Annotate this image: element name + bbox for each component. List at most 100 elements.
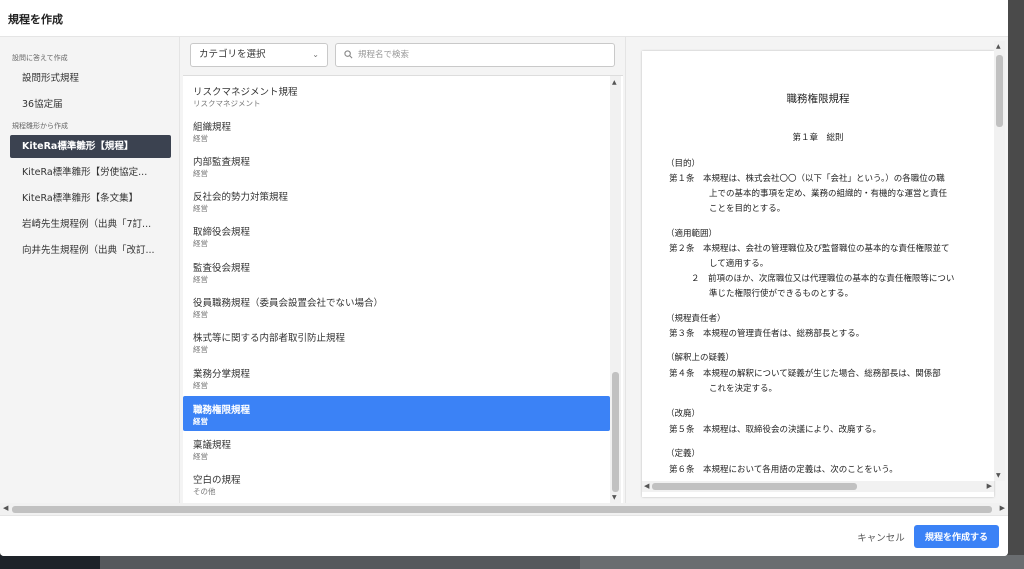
article-6: 第６条 本規程において各用語の定義は、次のことをいう。 [669, 465, 898, 475]
article-2-para2-cont: 準じた権限行使ができるものとする。 [709, 289, 854, 299]
article-2: 第２条 本規程は、会社の管理職位及び監督職位の基本的な責任権限並て [669, 244, 950, 254]
heading-scope: （適用範囲） [666, 229, 718, 239]
list-item-title: 空白の規程 [193, 475, 241, 486]
modal-footer: キャンセル 規程を作成する [0, 515, 1008, 556]
sidebar-item-iwasaki[interactable]: 岩崎先生規程例（出典「7訂... [10, 213, 171, 236]
article-4: 第４条 本規程の解釈について疑義が生じた場合、総務部長は、関係部 [669, 369, 941, 379]
list-item-title: 役員職務規程（委員会設置会社でない場合） [193, 298, 384, 309]
list-item-title: 内部監査規程 [193, 157, 251, 168]
cancel-button[interactable]: キャンセル [850, 526, 912, 548]
background-page [0, 555, 1024, 569]
background-gray-area [580, 555, 1024, 569]
heading-interpretation: （解釈上の疑義） [666, 353, 735, 363]
list-item[interactable]: 内部監査規程 経営 [183, 148, 610, 183]
article-2-para2: ２ 前項のほか、次席職位又は代理職位の基本的な責任権限等につい [691, 274, 955, 284]
preview-horizontal-scrollbar[interactable]: ◀ ▶ [642, 481, 994, 492]
list-item-category: リスクマネジメント [193, 99, 261, 108]
scrollbar-thumb[interactable] [12, 506, 992, 513]
list-item-title: 組織規程 [193, 122, 232, 133]
section-label-templates: 規程雛形から作成 [12, 122, 68, 130]
article-3: 第３条 本規程の管理責任者は、総務部長とする。 [669, 329, 865, 339]
list-item-title: 業務分掌規程 [193, 369, 251, 380]
list-item[interactable]: 空白の規程 その他 [183, 466, 610, 501]
document-title: 職務権限規程 [786, 93, 850, 105]
document-chapter: 第１章 総則 [792, 133, 844, 143]
article-4-cont: これを決定する。 [709, 384, 778, 394]
chevron-down-icon: ⌄ [312, 50, 319, 59]
list-item-title: 監査役会規程 [193, 263, 251, 274]
list-scrollbar[interactable]: ▲ ▼ [610, 76, 621, 503]
list-item[interactable]: 取締役会規程 経営 [183, 218, 610, 253]
list-item-category: その他 [193, 487, 216, 496]
list-item-category: 経営 [193, 204, 208, 213]
list-item-category: 経営 [193, 345, 208, 354]
heading-responsible: （規程責任者） [666, 314, 726, 324]
scroll-down-icon[interactable]: ▼ [996, 472, 1001, 479]
article-2-cont: して適用する。 [709, 259, 769, 269]
list-item[interactable]: 役員職務規程（委員会設置会社でない場合） 経営 [183, 289, 610, 324]
list-item-title: 職務権限規程 [193, 405, 251, 416]
list-item-title: 反社会的勢力対策規程 [193, 192, 289, 203]
article-5: 第５条 本規程は、取締役会の決議により、改廃する。 [669, 425, 881, 435]
search-icon [344, 50, 353, 59]
scroll-right-icon[interactable]: ▶ [1000, 504, 1005, 512]
sidebar-item-kitera-rules[interactable]: KiteRa標準雛形【規程】 [10, 135, 171, 158]
heading-definitions: （定義） [666, 449, 701, 459]
list-item-category: 経営 [193, 417, 208, 426]
scroll-right-icon[interactable]: ▶ [987, 482, 992, 490]
modal-header: 規程を作成 [0, 0, 1008, 37]
list-item-title: 株式等に関する内部者取引防止規程 [193, 333, 346, 344]
list-item-category: 経営 [193, 239, 208, 248]
list-item-selected[interactable]: 職務権限規程 経営 [183, 396, 610, 431]
list-item[interactable]: 株式等に関する内部者取引防止規程 経営 [183, 324, 610, 359]
list-item[interactable]: 組織規程 経営 [183, 113, 610, 148]
category-select-value: カテゴリを選択 [199, 49, 266, 60]
list-item[interactable]: 業務分掌規程 経営 [183, 360, 610, 395]
list-item[interactable]: 稟議規程 経営 [183, 431, 610, 466]
search-box[interactable] [335, 43, 615, 67]
category-select[interactable]: カテゴリを選択 ⌄ [190, 43, 328, 67]
list-item-title: 取締役会規程 [193, 227, 251, 238]
preview-vertical-scrollbar[interactable]: ▲ ▼ [994, 41, 1005, 481]
article-1-cont: ことを目的とする。 [709, 204, 786, 214]
search-input[interactable] [358, 47, 608, 63]
list-item[interactable]: リスクマネジメント規程 リスクマネジメント [183, 78, 610, 113]
article-1: 第１条 本規程は、株式会社〇〇（以下「会社」という。）の各職位の職 [669, 174, 945, 184]
section-label-questions: 設問に答えて作成 [12, 54, 68, 62]
sidebar-item-kitera-clauses[interactable]: KiteRa標準雛形【条文集】 [10, 187, 171, 210]
heading-amendment: （改廃） [666, 409, 701, 419]
heading-purpose: （目的） [666, 159, 701, 169]
sidebar-item-kitera-labor[interactable]: KiteRa標準雛形【労使協定... [10, 161, 171, 184]
document-page: 職務権限規程 第１章 総則 （目的） 第１条 本規程は、株式会社〇〇（以下「会社… [642, 51, 994, 497]
list-item-category: 経営 [193, 452, 208, 461]
background-dark-area [0, 555, 100, 569]
document-preview-panel: 職務権限規程 第１章 総則 （目的） 第１条 本規程は、株式会社〇〇（以下「会社… [625, 37, 1008, 503]
scroll-left-icon[interactable]: ◀ [3, 504, 8, 512]
scroll-up-icon[interactable]: ▲ [996, 43, 1001, 50]
modal-title: 規程を作成 [8, 13, 63, 26]
sidebar-item-36-agreement[interactable]: 36協定届 [10, 93, 171, 116]
modal-body: 設問に答えて作成 設問形式規程 36協定届 規程雛形から作成 KiteRa標準雛… [0, 37, 1008, 515]
scroll-left-icon[interactable]: ◀ [644, 482, 649, 490]
list-item[interactable]: 反社会的勢力対策規程 経営 [183, 183, 610, 218]
list-item[interactable]: 監査役会規程 経営 [183, 254, 610, 289]
list-item-title: 稟議規程 [193, 440, 232, 451]
create-rule-modal: 規程を作成 設問に答えて作成 設問形式規程 36協定届 規程雛形から作成 Kit… [0, 0, 1008, 556]
scroll-down-icon[interactable]: ▼ [612, 494, 617, 501]
list-item-category: 経営 [193, 169, 208, 178]
create-rule-button[interactable]: 規程を作成する [914, 525, 999, 548]
scroll-up-icon[interactable]: ▲ [612, 79, 617, 86]
scrollbar-thumb[interactable] [652, 483, 857, 490]
template-source-sidebar: 設問に答えて作成 設問形式規程 36協定届 規程雛形から作成 KiteRa標準雛… [0, 37, 180, 503]
list-item-category: 経営 [193, 381, 208, 390]
list-item-category: 経営 [193, 275, 208, 284]
article-1-cont: 上での基本的事項を定め、業務の組織的・有機的な運営と責任 [709, 189, 948, 199]
scrollbar-thumb[interactable] [996, 55, 1003, 127]
rule-list: リスクマネジメント規程 リスクマネジメント 組織規程 経営 内部監査規程 経営 … [183, 75, 623, 503]
scrollbar-thumb[interactable] [612, 372, 619, 492]
list-item-title: リスクマネジメント規程 [193, 87, 298, 98]
sidebar-item-mukai[interactable]: 向井先生規程例（出典「改訂... [10, 239, 171, 262]
rule-list-panel: カテゴリを選択 ⌄ リスクマネジメント規程 リスクマネジメント 組織規程 経営 [181, 37, 624, 503]
body-horizontal-scrollbar[interactable]: ◀ ▶ [0, 503, 1008, 515]
sidebar-item-question-rules[interactable]: 設問形式規程 [10, 67, 171, 90]
